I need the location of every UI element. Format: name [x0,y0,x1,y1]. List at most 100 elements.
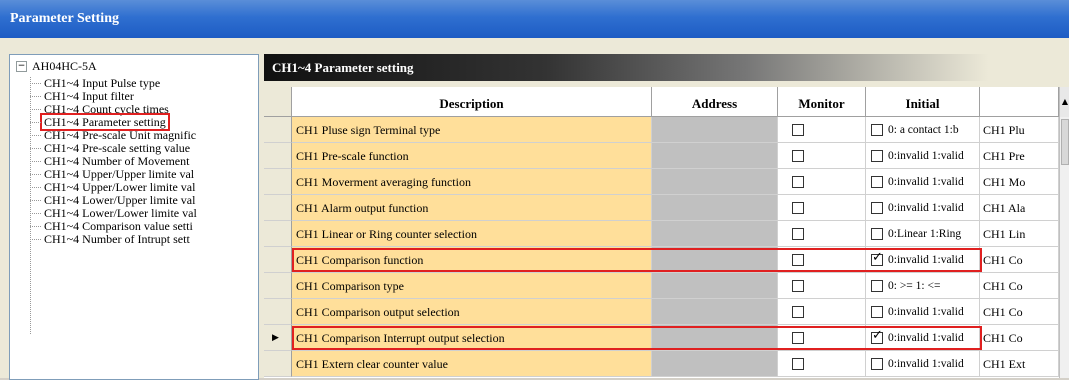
row-selector[interactable] [264,117,292,143]
address-cell[interactable] [652,221,778,247]
column-header-monitor[interactable]: Monitor [778,87,866,117]
initial-checkbox[interactable] [871,280,883,292]
table-row[interactable]: CH1 Comparison type 0: >= 1: <= CH1 Co [264,273,1059,299]
initial-cell: 0:invalid 1:valid [866,195,980,221]
initial-checkbox[interactable] [871,306,883,318]
monitor-checkbox[interactable] [792,176,804,188]
title-bar[interactable]: Parameter Setting [0,0,1069,38]
address-cell[interactable] [652,247,778,273]
address-cell[interactable] [652,169,778,195]
scroll-thumb[interactable] [1061,119,1069,165]
extra-cell[interactable]: CH1 Co [980,299,1059,325]
extra-cell[interactable]: CH1 Pre [980,143,1059,169]
extra-cell[interactable]: CH1 Plu [980,117,1059,143]
table-row[interactable]: CH1 Alarm output function 0:invalid 1:val… [264,195,1059,221]
table-row[interactable]: CH1 Pluse sign Terminal type 0: a contact… [264,117,1059,143]
column-header-initial[interactable]: Initial [866,87,980,117]
table-row[interactable]: CH1 Pre-scale function 0:invalid 1:valid C… [264,143,1059,169]
parameter-grid[interactable]: Description Address Monitor Initial CH1 … [264,87,1069,378]
table-row[interactable]: CH1 Linear or Ring counter selection 0:Li… [264,221,1059,247]
extra-cell[interactable]: CH1 Ala [980,195,1059,221]
address-cell[interactable] [652,117,778,143]
address-cell[interactable] [652,325,778,351]
description-cell[interactable]: CH1 Comparison output selection [292,299,652,325]
row-selector[interactable] [264,143,292,169]
table-row[interactable]: CH1 Comparison output selection 0:invalid… [264,299,1059,325]
monitor-checkbox[interactable] [792,124,804,136]
tree-root-label: AH04HC-5A [32,58,97,73]
monitor-checkbox[interactable] [792,202,804,214]
description-cell[interactable]: CH1 Extern clear counter value [292,351,652,377]
initial-checkbox[interactable] [871,176,883,188]
tree-root[interactable]: − AH04HC-5A [16,58,97,74]
monitor-cell [778,169,866,195]
description-cell[interactable]: CH1 Comparison Interrupt output selectio… [292,325,652,351]
table-row[interactable]: CH1 Comparison function 0:invalid 1:valid… [264,247,1059,273]
extra-cell[interactable]: CH1 Mo [980,169,1059,195]
column-header-address[interactable]: Address [652,87,778,117]
table-row[interactable]: CH1 Moverment averaging function 0:invali… [264,169,1059,195]
initial-option-text: 0:invalid 1:valid [888,332,964,344]
row-selector[interactable] [264,195,292,221]
description-cell[interactable]: CH1 Comparison function [292,247,652,273]
tree-item[interactable]: CH1~4 Number of Intrupt sett [30,231,190,247]
row-selector[interactable] [264,247,292,273]
address-cell[interactable] [652,143,778,169]
description-cell[interactable]: CH1 Alarm output function [292,195,652,221]
table-row[interactable]: CH1 Extern clear counter value 0:invalid … [264,351,1059,377]
window-title: Parameter Setting [10,11,119,26]
initial-cell: 0:invalid 1:valid [866,247,980,273]
column-header-description[interactable]: Description [292,87,652,117]
initial-option-text: 0:invalid 1:valid [888,202,964,214]
monitor-cell [778,273,866,299]
initial-option-text: 0:invalid 1:valid [888,150,964,162]
initial-checkbox[interactable] [871,124,883,136]
extra-cell[interactable]: CH1 Co [980,247,1059,273]
extra-cell[interactable]: CH1 Lin [980,221,1059,247]
monitor-cell [778,247,866,273]
address-cell[interactable] [652,351,778,377]
description-cell[interactable]: CH1 Comparison type [292,273,652,299]
monitor-checkbox[interactable] [792,150,804,162]
initial-checkbox[interactable] [871,329,883,344]
extra-cell[interactable]: CH1 Co [980,325,1059,351]
vertical-scrollbar[interactable]: ▲ [1059,87,1069,378]
address-cell[interactable] [652,195,778,221]
row-selector[interactable] [264,299,292,325]
row-selector[interactable] [264,351,292,377]
initial-checkbox[interactable] [871,150,883,162]
monitor-checkbox[interactable] [792,228,804,240]
monitor-checkbox[interactable] [792,306,804,318]
monitor-checkbox[interactable] [792,332,804,344]
collapse-icon[interactable]: − [16,60,27,72]
row-selector[interactable] [264,169,292,195]
description-cell[interactable]: CH1 Linear or Ring counter selection [292,221,652,247]
scroll-up-icon[interactable]: ▲ [1060,87,1069,117]
parameter-tree[interactable]: − AH04HC-5A CH1~4 Input Pulse type CH1~4 … [9,54,259,380]
extra-cell[interactable]: CH1 Ext [980,351,1059,377]
initial-checkbox[interactable] [871,202,883,214]
monitor-cell [778,221,866,247]
row-selector[interactable] [264,221,292,247]
initial-option-text: 0:invalid 1:valid [888,176,964,188]
column-header-extra[interactable] [980,87,1059,117]
initial-checkbox[interactable] [871,251,883,266]
description-cell[interactable]: CH1 Moverment averaging function [292,169,652,195]
monitor-checkbox[interactable] [792,280,804,292]
monitor-cell [778,143,866,169]
monitor-checkbox[interactable] [792,254,804,266]
initial-checkbox[interactable] [871,358,883,370]
row-selector[interactable] [264,273,292,299]
address-cell[interactable] [652,273,778,299]
initial-checkbox[interactable] [871,228,883,240]
description-cell[interactable]: CH1 Pluse sign Terminal type [292,117,652,143]
initial-option-text: 0: a contact 1:b [888,124,959,136]
monitor-cell [778,351,866,377]
initial-cell: 0:invalid 1:valid [866,325,980,351]
description-cell[interactable]: CH1 Pre-scale function [292,143,652,169]
extra-cell[interactable]: CH1 Co [980,273,1059,299]
address-cell[interactable] [652,299,778,325]
row-selector[interactable]: ▶ [264,325,292,351]
table-row[interactable]: ▶ CH1 Comparison Interrupt output selecti… [264,325,1059,351]
monitor-checkbox[interactable] [792,358,804,370]
